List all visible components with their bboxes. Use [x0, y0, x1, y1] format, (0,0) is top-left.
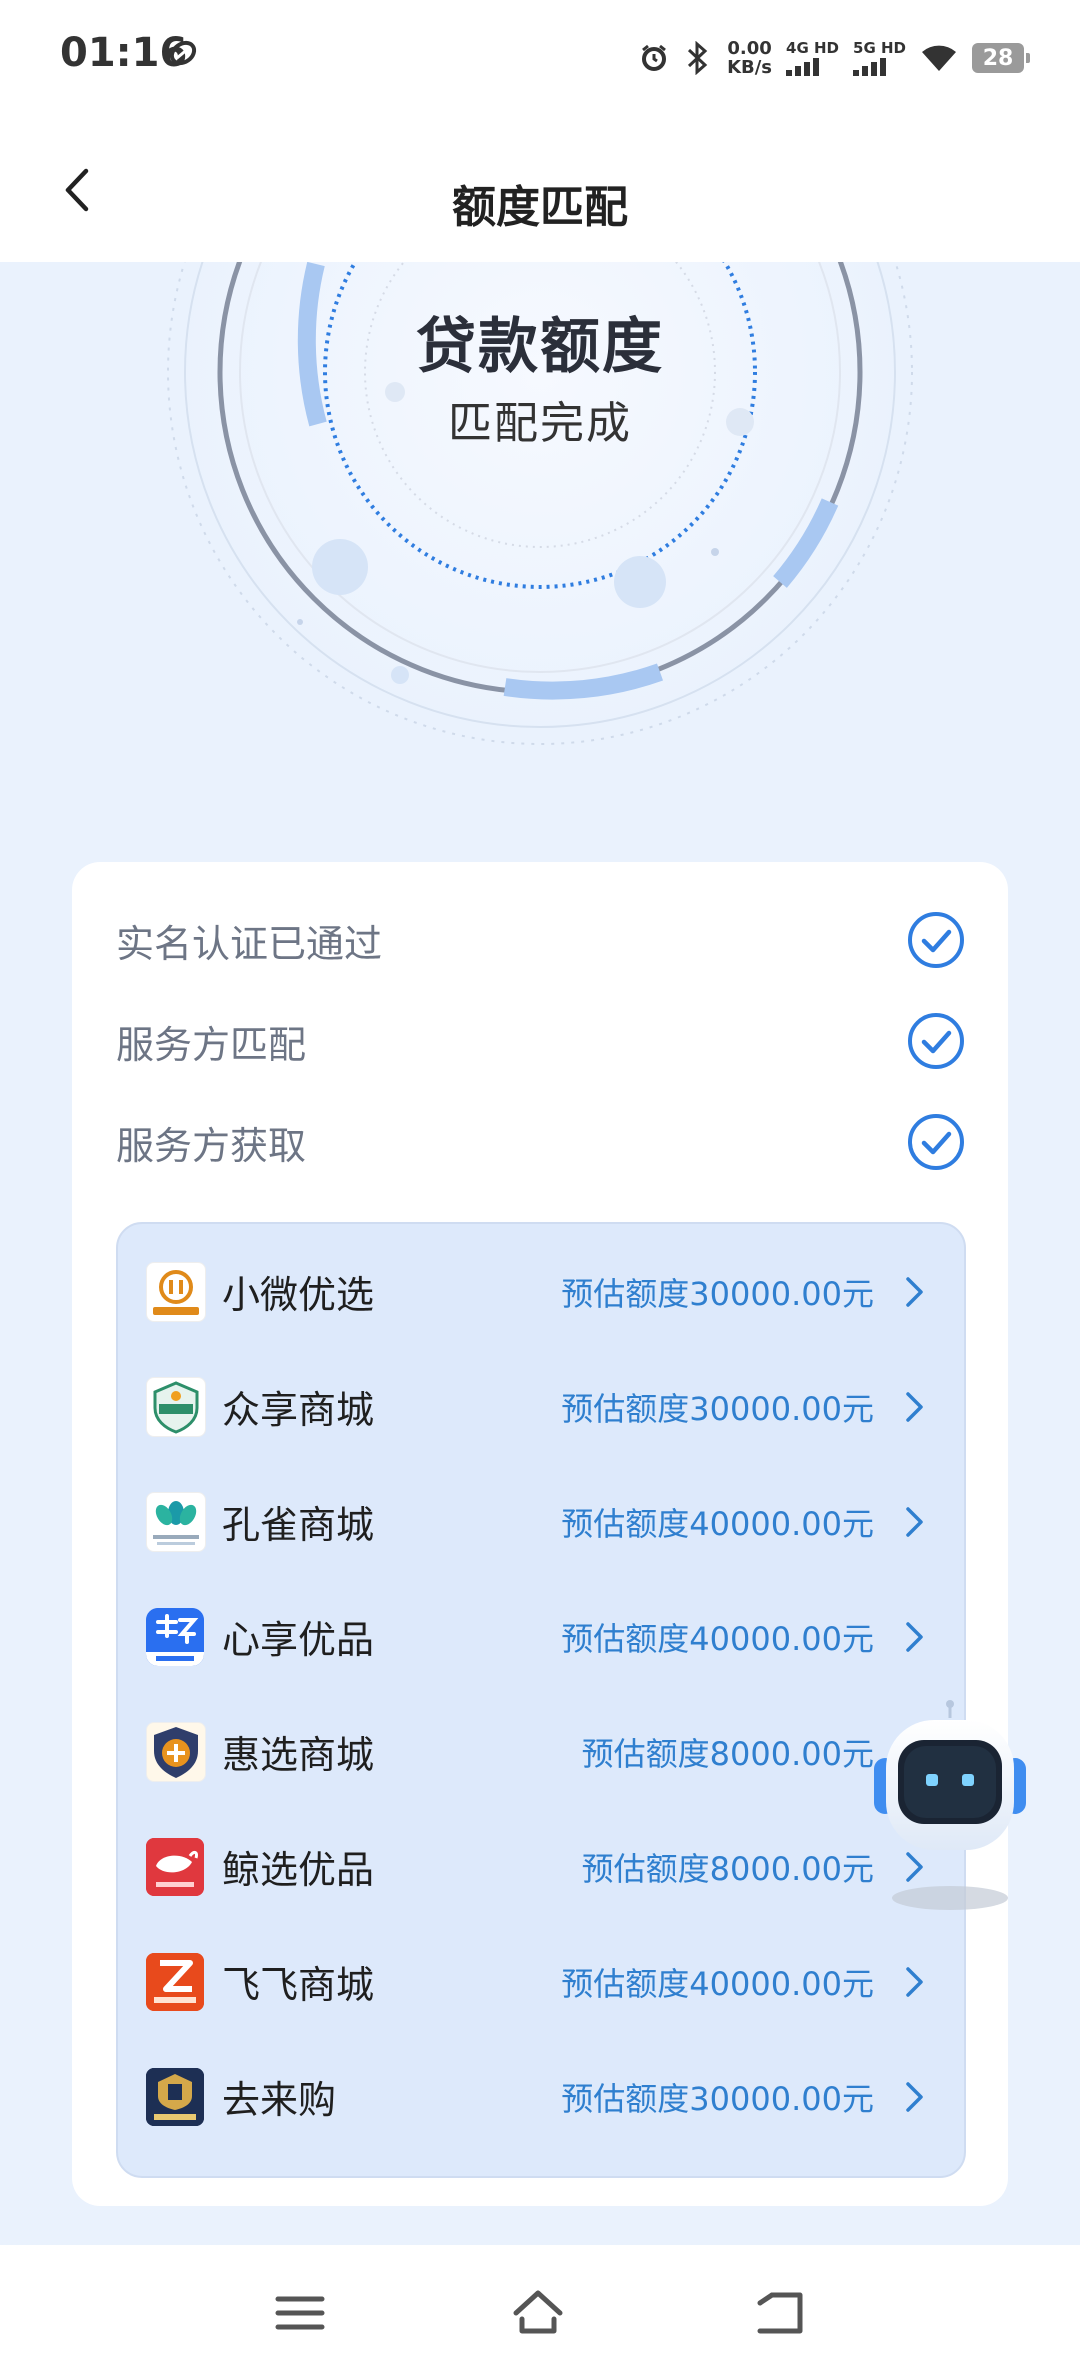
step-identity-verified: 实名认证已通过 [116, 905, 966, 975]
signal-icon [786, 57, 820, 76]
chevron-right-icon [906, 1276, 923, 1307]
robot-icon[interactable] [870, 1700, 1030, 1920]
home-icon[interactable] [510, 2285, 566, 2341]
provider-name: 鲸选优品 [222, 1848, 375, 1892]
provider-name: 孔雀商城 [222, 1503, 375, 1547]
provider-row-kongque[interactable]: 孔雀商城 预估额度40000.00元 [118, 1464, 964, 1579]
net-speed-value: 0.00 [727, 38, 772, 59]
provider-name: 飞飞商城 [222, 1963, 375, 2007]
provider-amount: 预估额度8000.00元 [581, 1734, 874, 1773]
provider-row-xinxiang[interactable]: 心享优品 预估额度40000.00元 [118, 1579, 964, 1694]
match-card: 实名认证已通过 服务方匹配 服务方获取 小微优选 预估额度30000.00元 众… [72, 862, 1008, 2206]
step-label: 服务方匹配 [116, 1022, 307, 1067]
provider-row-qulaigou[interactable]: 去来购 预估额度30000.00元 [118, 2039, 964, 2154]
sync-icon [169, 40, 197, 66]
provider-logo [146, 1261, 206, 1322]
provider-amount: 预估额度40000.00元 [561, 1619, 874, 1658]
check-circle-icon [908, 1114, 964, 1170]
huixuan-logo-icon [154, 1726, 198, 1778]
peacock-logo-icon [153, 1500, 199, 1545]
chevron-right-icon [906, 1506, 923, 1537]
sim1-label: 4G HD [786, 38, 840, 57]
chevron-right-icon [906, 1621, 923, 1652]
hero-title: 贷款额度 [416, 312, 664, 382]
back-icon[interactable] [752, 2285, 808, 2341]
provider-logo [146, 1607, 204, 1666]
wifi-icon [922, 45, 956, 71]
xiaowei-logo-icon [153, 1269, 199, 1315]
signal-sim2: 5G HD [853, 38, 906, 76]
sim2-label: 5G HD [853, 38, 906, 57]
signal-icon [853, 57, 887, 76]
provider-logo [146, 1952, 204, 2011]
net-speed: 0.00 KB/s [727, 39, 772, 77]
provider-row-feifei[interactable]: 飞飞商城 预估额度40000.00元 [118, 1924, 964, 2039]
hero-subtitle: 匹配完成 [448, 398, 632, 449]
provider-amount: 预估额度40000.00元 [561, 1504, 874, 1543]
provider-name: 众享商城 [222, 1388, 375, 1432]
status-bar: 01:16 0.00 KB/s 4G HD 5G HD 28 [0, 0, 1080, 115]
qulaigou-logo-icon [146, 2067, 204, 2126]
net-speed-unit: KB/s [727, 57, 773, 78]
provider-amount: 预估额度30000.00元 [561, 2079, 874, 2118]
whale-logo-icon [146, 1837, 204, 1896]
nav-bar: 额度匹配 [0, 115, 1080, 262]
provider-row-jingxuan[interactable]: 鲸选优品 预估额度8000.00元 [118, 1809, 964, 1924]
menu-icon[interactable] [272, 2285, 328, 2341]
chevron-right-icon [906, 1966, 923, 1997]
provider-row-xiaowei[interactable]: 小微优选 预估额度30000.00元 [118, 1234, 964, 1349]
signal-sim1: 4G HD [786, 38, 840, 76]
system-nav-bar [0, 2245, 1080, 2376]
zhongxiang-logo-icon [153, 1380, 199, 1434]
match-result-hero: 贷款额度 匹配完成 [0, 262, 1080, 862]
chevron-right-icon [906, 2081, 923, 2112]
provider-amount: 预估额度30000.00元 [561, 1389, 874, 1428]
provider-row-huixuan[interactable]: 惠选商城 预估额度8000.00元 [118, 1694, 964, 1809]
provider-list: 小微优选 预估额度30000.00元 众享商城 预估额度30000.00元 孔雀… [116, 1222, 966, 2178]
status-icons: 0.00 KB/s 4G HD 5G HD 28 [639, 28, 1030, 88]
step-label: 实名认证已通过 [116, 921, 383, 966]
battery-indicator: 28 [972, 43, 1030, 73]
check-circle-icon [908, 1013, 964, 1069]
provider-logo [146, 1376, 206, 1437]
bluetooth-icon [688, 41, 708, 75]
provider-amount: 预估额度8000.00元 [581, 1849, 874, 1888]
alarm-icon [642, 44, 667, 71]
page-title: 额度匹配 [452, 182, 628, 233]
provider-name: 去来购 [222, 2078, 337, 2122]
provider-name: 小微优选 [222, 1273, 375, 1317]
check-circle-icon [908, 912, 964, 968]
light-logo-icon [146, 1607, 204, 1666]
provider-logo [146, 2067, 204, 2126]
step-provider-fetch: 服务方获取 [116, 1107, 966, 1177]
chevron-right-icon [906, 1391, 923, 1422]
provider-amount: 预估额度30000.00元 [561, 1274, 874, 1313]
step-provider-match: 服务方匹配 [116, 1006, 966, 1076]
step-label: 服务方获取 [116, 1123, 307, 1168]
provider-logo [146, 1491, 206, 1552]
feifei-logo-icon [146, 1952, 204, 2011]
provider-name: 心享优品 [222, 1618, 375, 1662]
provider-amount: 预估额度40000.00元 [561, 1964, 874, 2003]
provider-name: 惠选商城 [222, 1733, 375, 1777]
provider-logo [146, 1837, 204, 1896]
provider-logo [146, 1721, 206, 1782]
provider-row-zhongxiang[interactable]: 众享商城 预估额度30000.00元 [118, 1349, 964, 1464]
